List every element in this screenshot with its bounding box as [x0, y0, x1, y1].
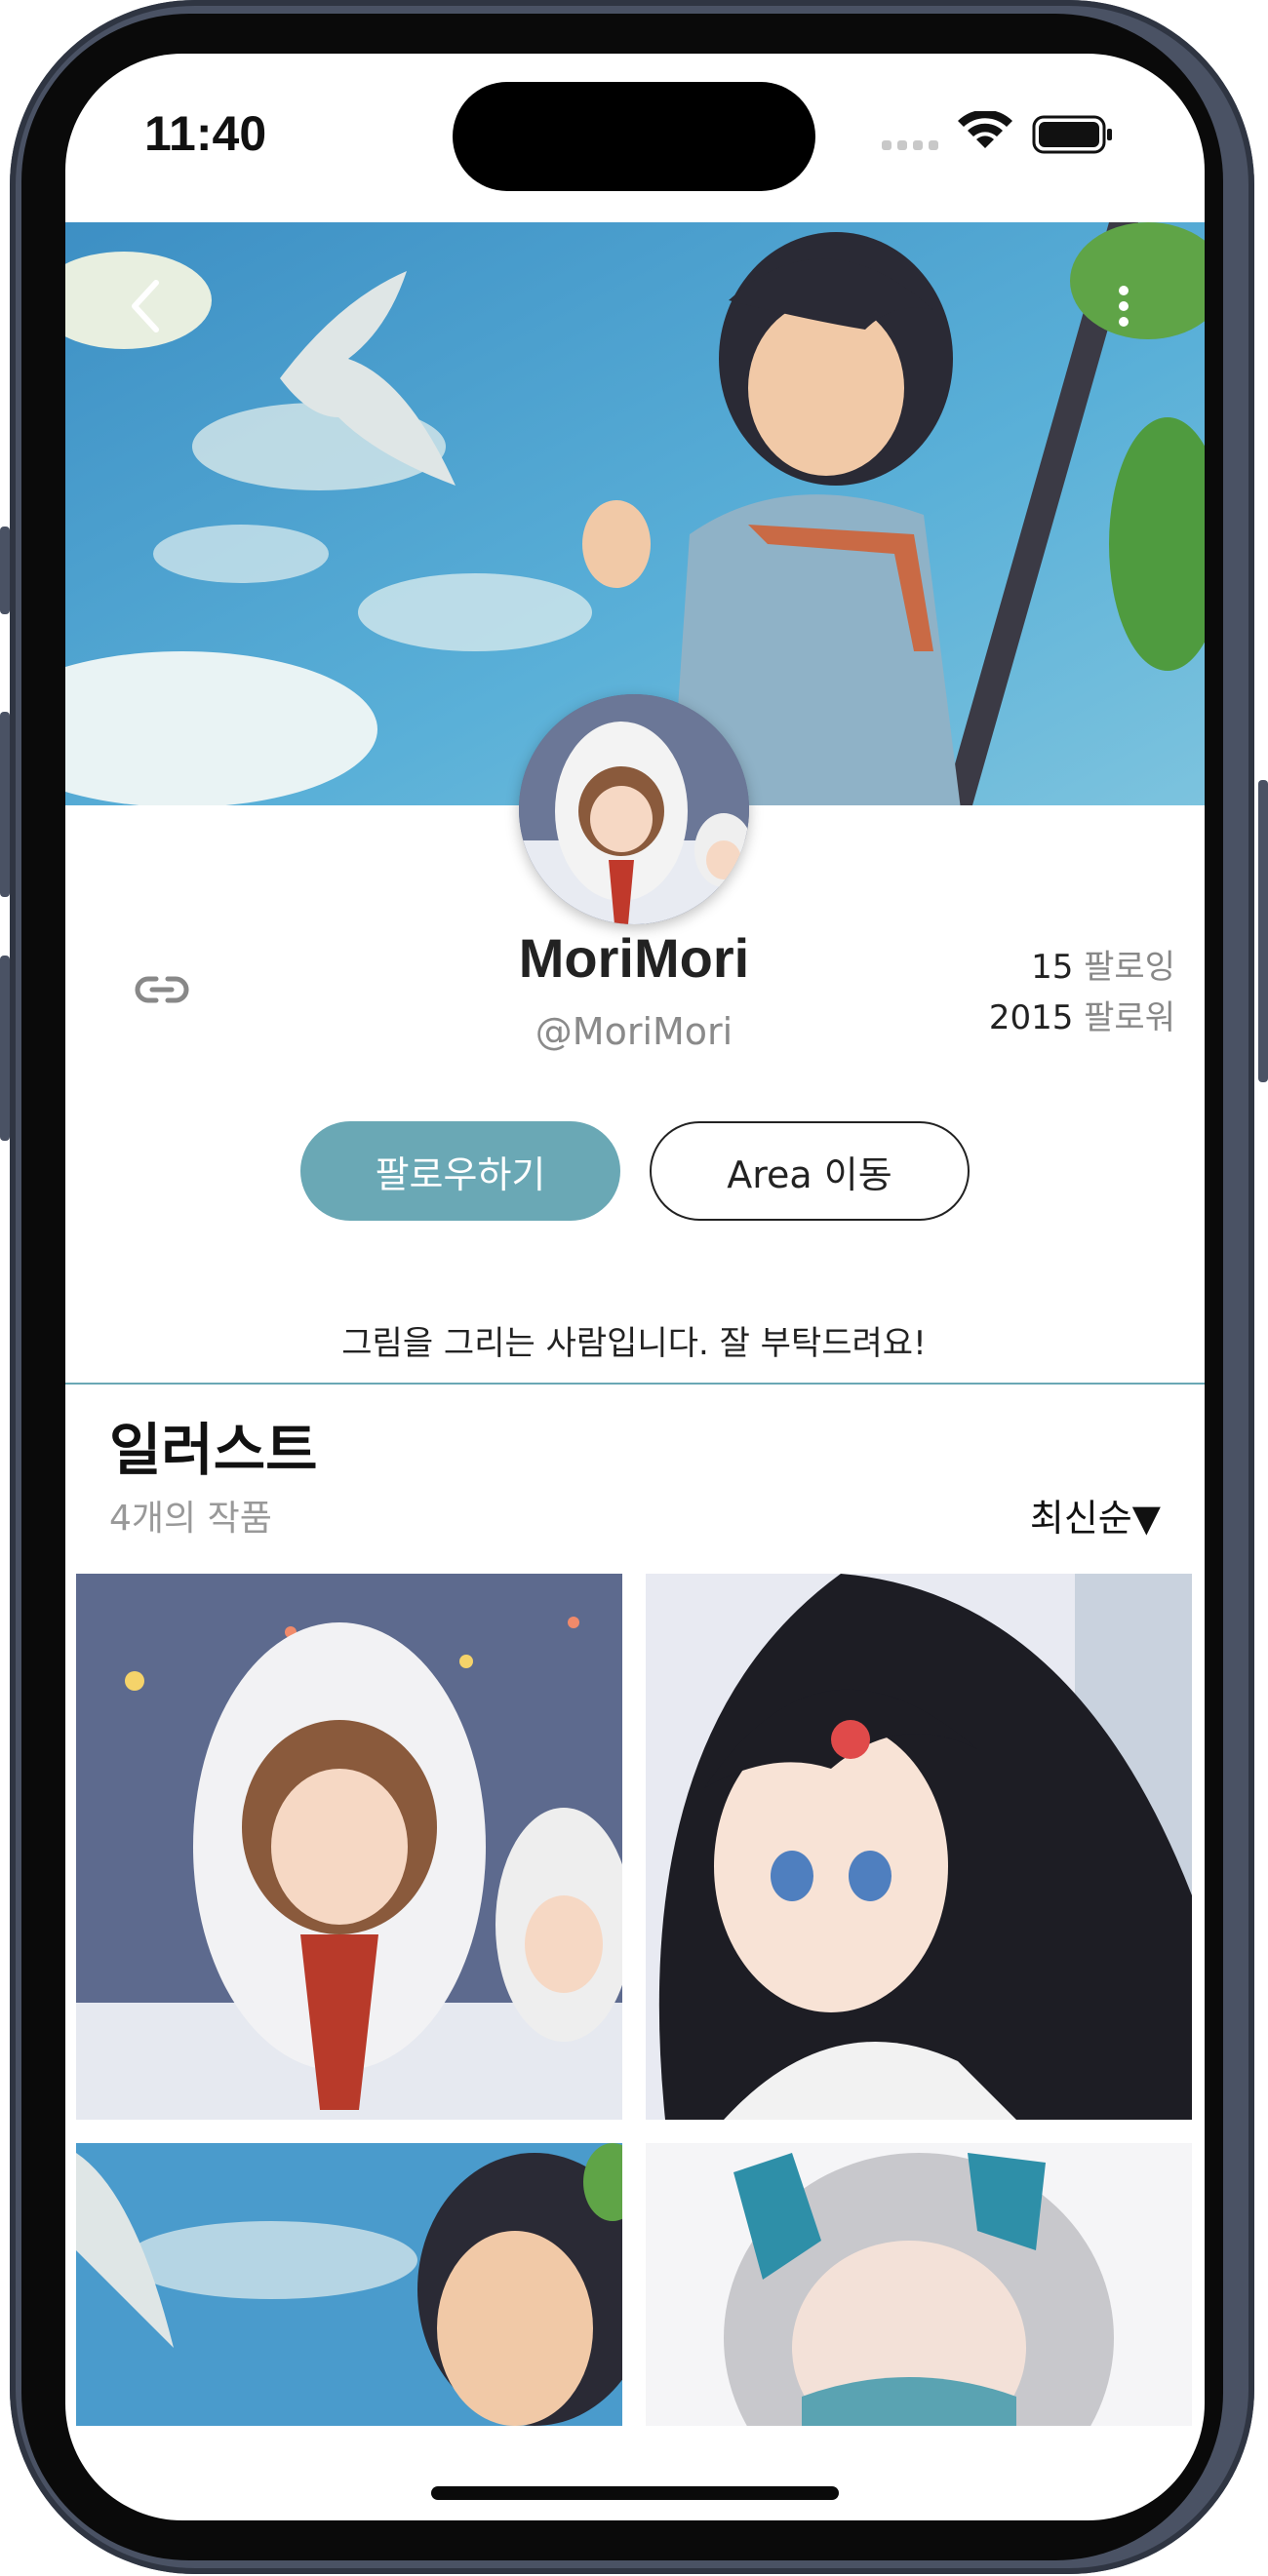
back-icon[interactable]: [127, 277, 166, 335]
gallery-item[interactable]: [646, 1574, 1192, 2120]
gallery-count: 4개의 작품: [109, 1499, 272, 1539]
status-icons: [882, 111, 1112, 154]
battery-icon: [1032, 115, 1112, 154]
signal-icon: [882, 140, 938, 150]
gallery-title: 일러스트: [109, 1417, 318, 1483]
gallery-item[interactable]: [76, 2143, 622, 2426]
action-button: [0, 527, 10, 614]
link-icon[interactable]: [135, 975, 189, 1004]
more-vertical-icon[interactable]: [1116, 283, 1131, 345]
profile-name: MoriMori: [518, 927, 750, 989]
gallery-item[interactable]: [76, 1574, 622, 2120]
profile-handle: @MoriMori: [535, 1010, 733, 1053]
followers-label: 팔로워: [1084, 998, 1175, 1037]
following-count: 15: [1031, 948, 1074, 987]
dynamic-island: [453, 82, 815, 191]
home-indicator[interactable]: [431, 2486, 839, 2500]
profile-bio: 그림을 그리는 사람입니다. 잘 부탁드려요!: [341, 1324, 927, 1363]
followers-stat[interactable]: 2015 팔로워: [989, 991, 1175, 1038]
gallery-item[interactable]: [646, 2143, 1192, 2426]
follow-button[interactable]: 팔로우하기: [300, 1121, 620, 1221]
sort-dropdown[interactable]: 최신순▼: [1030, 1488, 1161, 1542]
status-time: 11:40: [144, 106, 267, 161]
followers-count: 2015: [988, 998, 1074, 1037]
area-move-button[interactable]: Area 이동: [650, 1121, 970, 1221]
avatar: [519, 694, 749, 924]
following-label: 팔로잉: [1084, 948, 1175, 987]
following-stat[interactable]: 15 팔로잉: [1031, 940, 1175, 988]
volume-down-button: [0, 956, 10, 1141]
volume-up-button: [0, 712, 10, 897]
power-button: [1258, 780, 1268, 1082]
wifi-icon: [958, 111, 1012, 148]
section-divider: [65, 1383, 1205, 1385]
